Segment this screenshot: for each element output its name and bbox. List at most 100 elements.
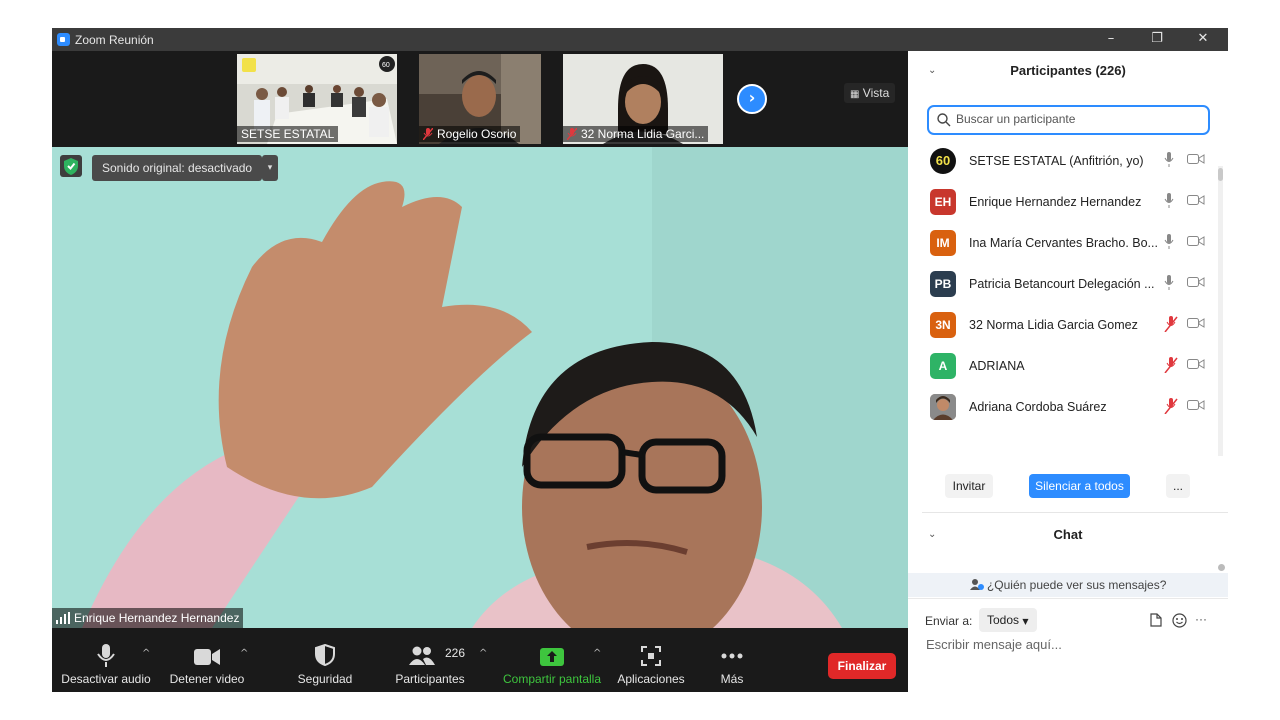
video-camera-icon[interactable] — [1187, 276, 1205, 288]
video-camera-icon[interactable] — [1187, 399, 1205, 411]
video-camera-icon[interactable] — [1187, 235, 1205, 247]
participant-row[interactable]: EH Enrique Hernandez Hernandez — [908, 182, 1220, 223]
participant-name: Adriana Cordoba Suárez — [969, 400, 1107, 414]
participant-name: Patricia Betancourt Delegación ... — [969, 277, 1155, 291]
speaker-video-feed — [52, 147, 908, 628]
share-screen-label: Compartir pantalla — [502, 672, 602, 686]
side-panel: ⌄ Participantes (226) 60 SETSE ESTATAL (… — [908, 51, 1228, 692]
share-screen-button[interactable]: Compartir pantalla — [498, 628, 606, 692]
more-dots-icon — [721, 653, 743, 659]
more-button[interactable]: Más — [708, 628, 756, 692]
chat-message-input[interactable] — [924, 636, 1208, 653]
send-to-dropdown[interactable]: Todos ▼ — [979, 608, 1037, 632]
end-meeting-button[interactable]: Finalizar — [828, 653, 896, 679]
who-can-see-label: ¿Quién puede ver sus mensajes? — [986, 578, 1167, 592]
participants-scrollbar[interactable] — [1218, 166, 1223, 456]
emoji-icon[interactable] — [1172, 613, 1187, 628]
microphone-icon[interactable] — [1164, 152, 1174, 168]
security-shield-badge[interactable] — [60, 155, 82, 177]
security-label: Seguridad — [297, 672, 353, 686]
apps-button[interactable]: Aplicaciones — [612, 628, 690, 692]
minimize-button[interactable]: – — [1097, 30, 1125, 48]
thumbnail-rogelio[interactable]: Rogelio Osorio — [419, 54, 541, 144]
video-camera-icon[interactable] — [1187, 194, 1205, 206]
participants-scroll-thumb[interactable] — [1218, 168, 1223, 181]
chat-more-icon[interactable]: ··· — [1195, 612, 1207, 626]
participant-name: Ina María Cervantes Bracho. Bo... — [969, 236, 1158, 250]
stop-video-button[interactable]: Detener video — [166, 628, 248, 692]
video-camera-icon — [194, 649, 220, 665]
thumbnail-norma[interactable]: 32 Norma Lidia Garci... — [563, 54, 723, 144]
speaker-name: Enrique Hernandez Hernandez — [74, 611, 240, 625]
participants-label: Participantes — [395, 672, 465, 686]
zoom-window: Zoom Reunión – ❐ ✕ 60 SETSE ESTATAL Roge… — [52, 28, 1228, 692]
mute-audio-label: Desactivar audio — [61, 672, 151, 686]
video-camera-icon[interactable] — [1187, 153, 1205, 165]
original-sound-toggle[interactable]: Sonido original: desactivado — [92, 155, 263, 181]
thumbnail-name: SETSE ESTATAL — [237, 126, 339, 142]
participant-row[interactable]: IM Ina María Cervantes Bracho. Bo... — [908, 223, 1220, 264]
thumbnail-name-row: Rogelio Osorio — [419, 126, 521, 142]
video-options-caret[interactable]: ^ — [240, 648, 248, 659]
avatar-photo-image — [930, 394, 956, 420]
more-options-button[interactable]: ... — [1166, 474, 1190, 498]
microphone-icon[interactable] — [1164, 193, 1174, 209]
signal-strength-icon — [56, 612, 70, 624]
file-icon[interactable] — [1150, 613, 1162, 627]
meeting-toolbar: Desactivar audio ^ Detener video ^ Segur… — [52, 628, 908, 692]
avatar-initials: 60 — [935, 153, 951, 168]
security-shield-icon — [315, 644, 335, 666]
invite-button[interactable]: Invitar — [945, 474, 993, 498]
participant-row[interactable]: A ADRIANA — [908, 346, 1220, 387]
view-button[interactable]: ▦ Vista — [844, 83, 896, 103]
search-icon — [937, 113, 951, 127]
apps-label: Aplicaciones — [617, 672, 685, 686]
participant-row[interactable]: 60 SETSE ESTATAL (Anfitrión, yo) — [908, 141, 1220, 182]
participants-icon — [408, 646, 435, 665]
speaker-name-tag: Enrique Hernandez Hernandez — [52, 608, 244, 628]
chat-scroll-thumb[interactable] — [1218, 564, 1225, 571]
share-options-caret[interactable]: ^ — [593, 648, 601, 659]
security-button[interactable]: Seguridad — [288, 628, 362, 692]
video-camera-icon[interactable] — [1187, 317, 1205, 329]
view-label: Vista — [862, 86, 890, 100]
participant-row[interactable]: PB Patricia Betancourt Delegación ... — [908, 264, 1220, 305]
mic-muted-icon — [423, 128, 433, 140]
avatar: A — [930, 353, 956, 379]
thumbnail-setse[interactable]: 60 SETSE ESTATAL — [237, 54, 397, 144]
mute-all-button[interactable]: Silenciar a todos — [1029, 474, 1130, 498]
microphone-icon[interactable] — [1164, 275, 1174, 291]
mic-muted-icon[interactable] — [1164, 316, 1178, 332]
video-camera-icon[interactable] — [1187, 358, 1205, 370]
avatar: IM — [930, 230, 956, 256]
participant-row[interactable]: 3N 32 Norma Lidia Garcia Gomez — [908, 305, 1220, 346]
microphone-icon[interactable] — [1164, 234, 1174, 250]
thumbnail-name: Rogelio Osorio — [437, 127, 517, 141]
who-can-see-messages-bar[interactable]: ¿Quién puede ver sus mensajes? — [908, 573, 1228, 597]
mute-audio-button[interactable]: Desactivar audio — [60, 628, 152, 692]
close-button[interactable]: ✕ — [1189, 30, 1217, 48]
mic-muted-icon[interactable] — [1164, 357, 1178, 373]
participants-options-caret[interactable]: ^ — [479, 648, 487, 659]
participant-search-box[interactable] — [927, 105, 1210, 135]
participant-row[interactable]: Adriana Cordoba Suárez — [908, 387, 1220, 428]
next-page-button[interactable]: › — [737, 84, 767, 114]
original-sound-dropdown[interactable]: ▾ — [262, 155, 278, 181]
mic-muted-icon[interactable] — [1164, 398, 1178, 414]
thumbnail-name: 32 Norma Lidia Garci... — [581, 127, 705, 141]
svg-text:60: 60 — [382, 62, 390, 69]
active-speaker-video: Sonido original: desactivado ▾ Enrique H… — [52, 147, 908, 628]
restore-button[interactable]: ❐ — [1143, 30, 1171, 48]
participants-title: Participantes (226) — [1010, 63, 1126, 78]
participants-button[interactable]: 226 Participantes — [388, 628, 472, 692]
apps-icon — [641, 646, 661, 666]
shield-icon — [64, 158, 78, 175]
audio-options-caret[interactable]: ^ — [142, 648, 150, 659]
window-title: Zoom Reunión — [75, 33, 154, 47]
person-visibility-icon — [969, 579, 984, 590]
participant-name: ADRIANA — [969, 359, 1025, 373]
participant-name: 32 Norma Lidia Garcia Gomez — [969, 318, 1138, 332]
avatar: 3N — [930, 312, 956, 338]
participant-search-input[interactable] — [954, 111, 1198, 127]
participant-name: SETSE ESTATAL (Anfitrión, yo) — [969, 154, 1144, 168]
